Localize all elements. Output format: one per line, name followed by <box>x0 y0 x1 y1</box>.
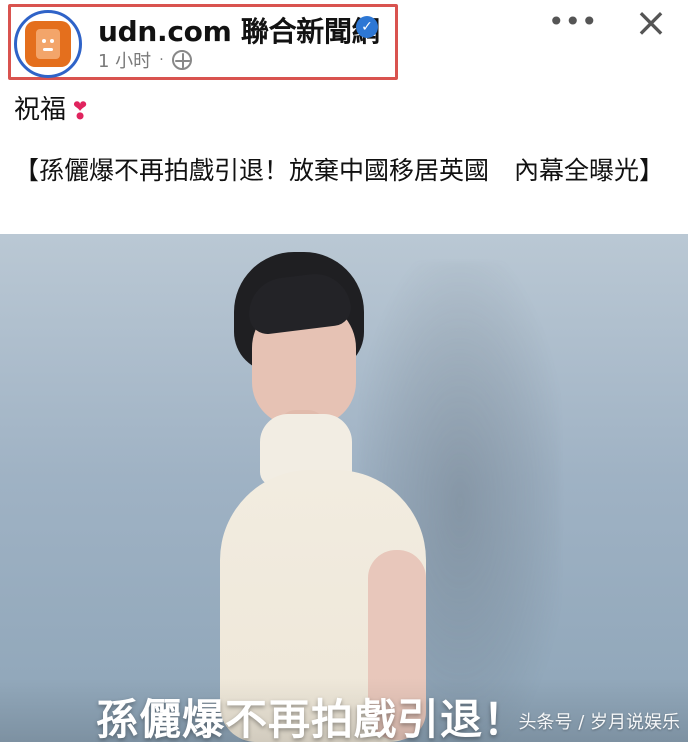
greeting-text: 祝福 <box>14 95 67 125</box>
facebook-post-screenshot: udn.com 聯合新聞網 ✓ 1 小时 · ••• × 祝福 ❣ 【孫儷爆不再拍… <box>0 0 688 742</box>
post-greeting: 祝福 ❣ <box>14 94 90 126</box>
page-title[interactable]: udn.com 聯合新聞網 <box>98 10 380 50</box>
close-button[interactable]: × <box>628 2 674 48</box>
watermark: 头条号 / 岁月说娱乐 <box>518 712 680 733</box>
more-options-button[interactable]: ••• <box>548 8 598 40</box>
post-image[interactable]: 孫儷爆不再拍戲引退！ 头条号 / 岁月说娱乐 <box>0 234 688 742</box>
avatar-mouth <box>43 48 53 51</box>
post-body: 祝福 ❣ 【孫儷爆不再拍戲引退！放棄中國移居英國 內幕全曝光】 <box>0 88 688 234</box>
post-header: udn.com 聯合新聞網 ✓ 1 小时 · ••• × <box>0 0 688 88</box>
image-caption: 孫儷爆不再拍戲引退！ <box>96 695 527 742</box>
avatar-left-eye <box>42 39 46 43</box>
avatar-logo-icon <box>25 21 71 67</box>
verified-badge-icon: ✓ <box>356 16 378 38</box>
page-avatar[interactable] <box>14 10 82 78</box>
post-time[interactable]: 1 小时 <box>98 47 151 73</box>
meta-separator: · <box>159 52 164 68</box>
post-meta: 1 小时 · <box>98 47 192 73</box>
heart-icon: ❣ <box>70 97 91 125</box>
avatar-right-eye <box>50 39 54 43</box>
post-headline: 【孫儷爆不再拍戲引退！放棄中國移居英國 內幕全曝光】 <box>14 156 665 185</box>
avatar-face-shape <box>36 29 60 59</box>
globe-icon <box>171 50 192 70</box>
